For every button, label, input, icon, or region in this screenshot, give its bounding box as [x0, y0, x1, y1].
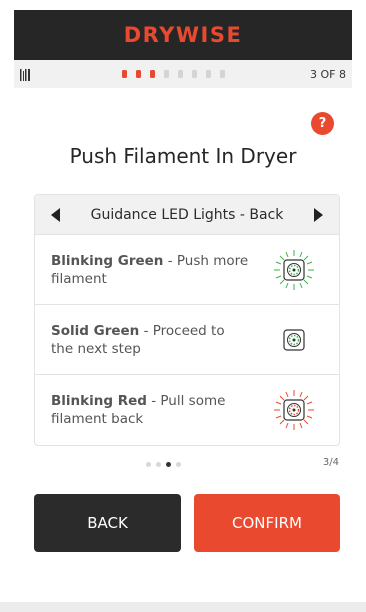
dryer-blinking-red-icon: [274, 390, 314, 430]
previous-arrow-icon[interactable]: [51, 208, 60, 222]
item-title: Solid Green: [51, 322, 140, 339]
brand-logo: DRYWISE: [123, 23, 243, 47]
question-icon: ?: [318, 116, 327, 131]
step-dot: [192, 70, 197, 78]
step-dot: [164, 70, 169, 78]
guidance-card: Guidance LED Lights - Back Blinking Gree…: [34, 194, 340, 446]
card-title: Guidance LED Lights - Back: [90, 206, 284, 223]
card-header: Guidance LED Lights - Back: [35, 195, 339, 235]
list-item: Blinking Green - Push more filament: [35, 235, 339, 305]
pager-dot[interactable]: [146, 462, 151, 467]
page-title: Push Filament In Dryer: [69, 144, 297, 168]
step-dot: [206, 70, 211, 78]
dryer-solid-green-icon: [283, 328, 305, 351]
page-counter: 3/4: [322, 457, 339, 468]
step-dot: [122, 70, 127, 78]
pager-dot[interactable]: [176, 462, 181, 467]
help-button[interactable]: ?: [311, 112, 334, 135]
item-text: Blinking Red - Pull some filament back: [51, 392, 251, 428]
item-title: Blinking Green: [51, 252, 164, 269]
step-dot: [150, 70, 155, 78]
pager-dot[interactable]: [166, 462, 171, 467]
header-bar: DRYWISE: [14, 10, 352, 60]
pager-dot[interactable]: [156, 462, 161, 467]
item-text: Blinking Green - Push more filament: [51, 252, 251, 288]
item-text: Solid Green - Proceed to the next step: [51, 322, 251, 358]
step-dot: [220, 70, 225, 78]
step-progress-dots: [122, 70, 225, 78]
barcode-icon: [20, 69, 30, 81]
back-button[interactable]: BACK: [34, 494, 181, 552]
bottom-bar: [0, 602, 366, 612]
item-title: Blinking Red: [51, 393, 147, 409]
list-item: Blinking Red - Pull some filament back: [35, 375, 339, 445]
confirm-button[interactable]: CONFIRM: [194, 494, 340, 552]
dryer-blinking-green-icon: [274, 249, 314, 290]
list-item: Solid Green - Proceed to the next step: [35, 305, 339, 375]
next-arrow-icon[interactable]: [314, 208, 323, 222]
carousel-pager: [146, 462, 181, 467]
app: DRYWISE 3 OF 8 ? Push Filament In Dryer …: [0, 0, 366, 612]
step-dot: [178, 70, 183, 78]
step-counter: 3 OF 8: [310, 68, 346, 81]
step-dot: [136, 70, 141, 78]
